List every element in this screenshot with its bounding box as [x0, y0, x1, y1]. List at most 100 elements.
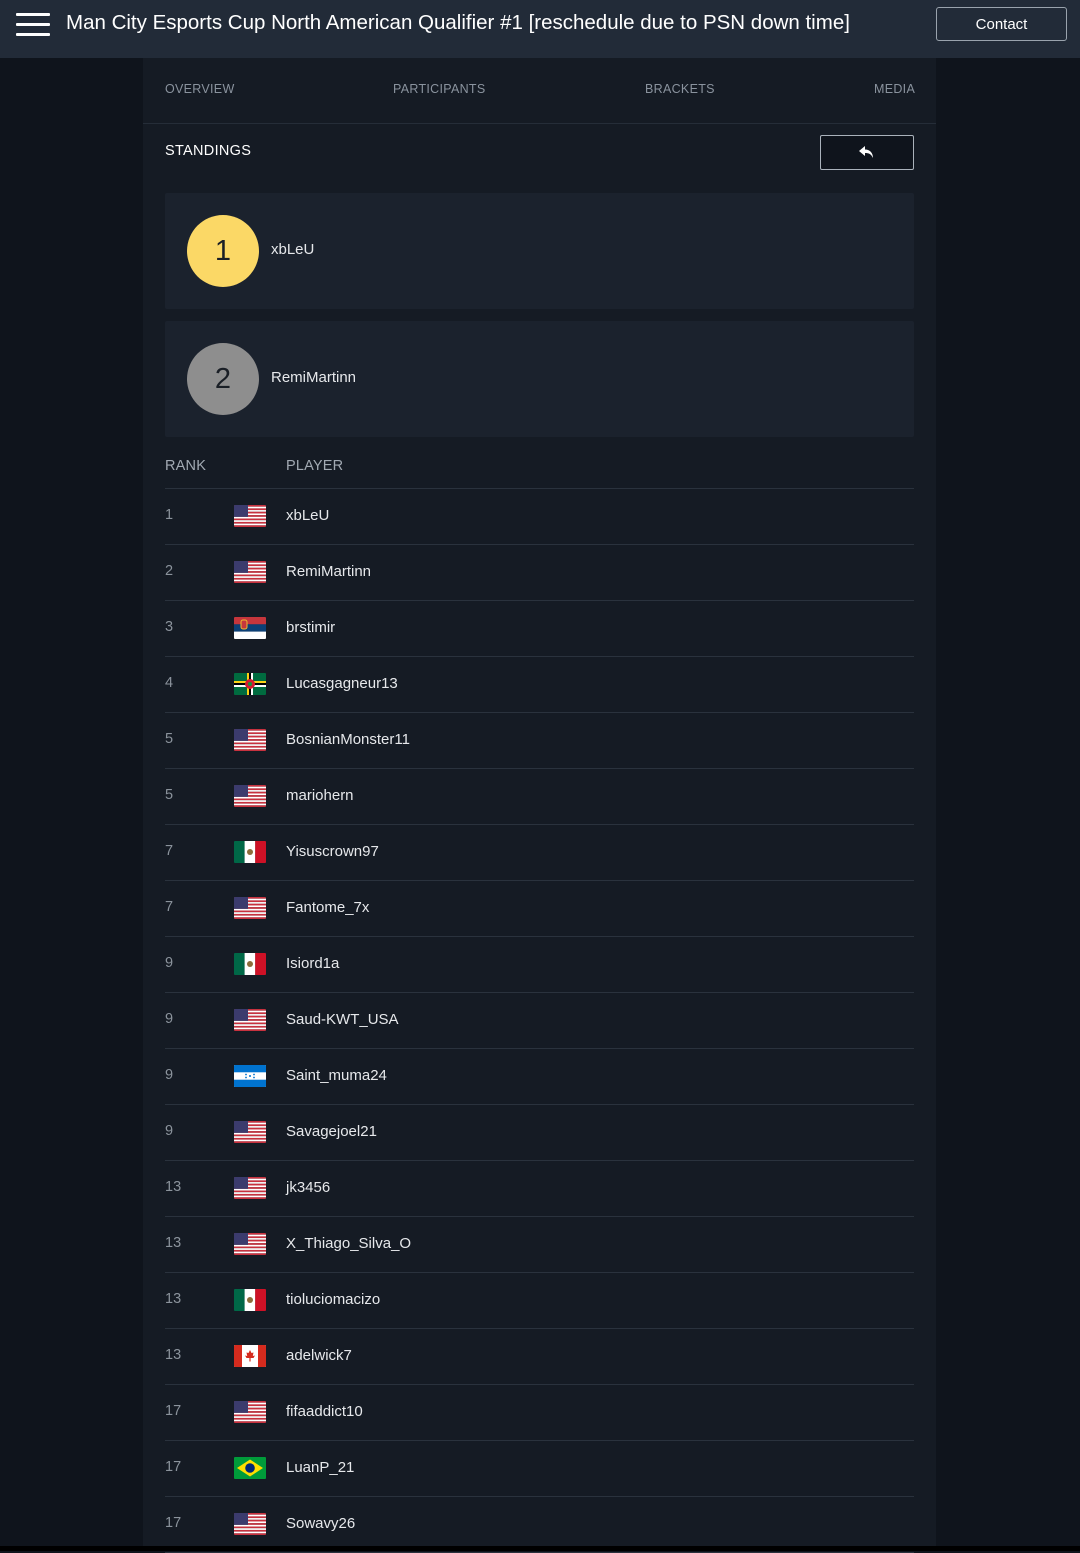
canada-flag-icon	[234, 1345, 266, 1367]
rank-cell: 7	[165, 899, 174, 915]
table-row: 17 Sowavy26	[165, 1497, 914, 1553]
table-row: 5 BosnianMonster11	[165, 713, 914, 769]
us-flag-icon	[234, 729, 266, 751]
rank-cell: 5	[165, 731, 174, 747]
table-row: 1 xbLeU	[165, 489, 914, 545]
mexico-flag-icon	[234, 953, 266, 975]
player-name[interactable]: Lucasgagneur13	[286, 675, 398, 692]
us-flag-icon	[234, 1121, 266, 1143]
rank-cell: 9	[165, 1067, 174, 1083]
podium-second: 2 RemiMartinn	[165, 321, 914, 437]
table-row: 13 tioluciomacizo	[165, 1273, 914, 1329]
player-name[interactable]: xbLeU	[286, 507, 329, 524]
table-row: 9 Isiord1a	[165, 937, 914, 993]
us-flag-icon	[234, 1177, 266, 1199]
main-content: OVERVIEW PARTICIPANTS BRACKETS MEDIA STA…	[143, 58, 936, 1553]
table-row: 13 adelwick7	[165, 1329, 914, 1385]
rank-cell: 4	[165, 675, 174, 691]
rank-cell: 13	[165, 1291, 182, 1307]
player-name[interactable]: brstimir	[286, 619, 335, 636]
table-row: 17 fifaaddict10	[165, 1385, 914, 1441]
table-row: 9 Saud-KWT_USA	[165, 993, 914, 1049]
us-flag-icon	[234, 1009, 266, 1031]
table-row: 3 brstimir	[165, 601, 914, 657]
player-name[interactable]: Fantome_7x	[286, 899, 369, 916]
table-row: 9 Savagejoel21	[165, 1105, 914, 1161]
us-flag-icon	[234, 785, 266, 807]
player-name[interactable]: X_Thiago_Silva_O	[286, 1235, 411, 1252]
rank-cell: 13	[165, 1347, 182, 1363]
player-name[interactable]: adelwick7	[286, 1347, 352, 1364]
player-name[interactable]: Saint_muma24	[286, 1067, 387, 1084]
rank-cell: 17	[165, 1459, 182, 1475]
player-name[interactable]: Saud-KWT_USA	[286, 1011, 399, 1028]
tab-participants[interactable]: PARTICIPANTS	[393, 82, 486, 96]
rank-cell: 13	[165, 1179, 182, 1195]
player-name[interactable]: fifaaddict10	[286, 1403, 363, 1420]
rank-cell: 1	[165, 507, 174, 523]
standings-table-body: 1 xbLeU 2 RemiMartinn 3 brstimir 4 Lucasgagneur…	[165, 489, 914, 1553]
us-flag-icon	[234, 897, 266, 919]
contact-button[interactable]: Contact	[936, 7, 1067, 41]
rank-column-header: RANK	[165, 458, 207, 474]
table-row: 2 RemiMartinn	[165, 545, 914, 601]
us-flag-icon	[234, 505, 266, 527]
honduras-flag-icon	[234, 1065, 266, 1087]
first-place-medal: 1	[187, 215, 259, 287]
player-name[interactable]: jk3456	[286, 1179, 330, 1196]
second-place-medal: 2	[187, 343, 259, 415]
table-row: 7 Yisuscrown97	[165, 825, 914, 881]
podium-first: 1 xbLeU	[165, 193, 914, 309]
rank-cell: 17	[165, 1515, 182, 1531]
rank-cell: 9	[165, 1011, 174, 1027]
tab-brackets[interactable]: BRACKETS	[645, 82, 715, 96]
player-column-header: PLAYER	[286, 458, 344, 474]
dominica-flag-icon	[234, 673, 266, 695]
player-name[interactable]: RemiMartinn	[286, 563, 371, 580]
first-place-name[interactable]: xbLeU	[271, 241, 314, 258]
rank-cell: 9	[165, 1123, 174, 1139]
table-row: 7 Fantome_7x	[165, 881, 914, 937]
player-name[interactable]: BosnianMonster11	[286, 731, 410, 748]
us-flag-icon	[234, 1401, 266, 1423]
standings-heading: STANDINGS	[165, 143, 252, 159]
us-flag-icon	[234, 561, 266, 583]
serbia-flag-icon	[234, 617, 266, 639]
tab-media[interactable]: MEDIA	[874, 82, 915, 96]
rank-cell: 2	[165, 563, 174, 579]
table-row: 4 Lucasgagneur13	[165, 657, 914, 713]
rank-cell: 13	[165, 1235, 182, 1251]
mexico-flag-icon	[234, 1289, 266, 1311]
player-name[interactable]: Savagejoel21	[286, 1123, 377, 1140]
hamburger-icon[interactable]	[16, 13, 50, 37]
player-name[interactable]: Isiord1a	[286, 955, 339, 972]
player-name[interactable]: Sowavy26	[286, 1515, 355, 1532]
brazil-flag-icon	[234, 1457, 266, 1479]
tab-overview[interactable]: OVERVIEW	[165, 82, 235, 96]
top-bar: Man City Esports Cup North American Qual…	[0, 0, 1080, 58]
rank-cell: 7	[165, 843, 174, 859]
rank-cell: 5	[165, 787, 174, 803]
undo-arrow-icon	[859, 145, 873, 158]
standings-table-header: RANK PLAYER	[165, 456, 914, 489]
table-row: 13 jk3456	[165, 1161, 914, 1217]
rank-cell: 3	[165, 619, 174, 635]
tab-bar: OVERVIEW PARTICIPANTS BRACKETS MEDIA	[143, 58, 936, 124]
rank-cell: 17	[165, 1403, 182, 1419]
player-name[interactable]: mariohern	[286, 787, 354, 804]
us-flag-icon	[234, 1513, 266, 1535]
player-name[interactable]: tioluciomacizo	[286, 1291, 380, 1308]
table-row: 9 Saint_muma24	[165, 1049, 914, 1105]
table-row: 17 LuanP_21	[165, 1441, 914, 1497]
table-row: 5 mariohern	[165, 769, 914, 825]
page-title: Man City Esports Cup North American Qual…	[66, 11, 850, 34]
second-place-name[interactable]: RemiMartinn	[271, 369, 356, 386]
bottom-edge	[0, 1546, 1080, 1551]
back-button[interactable]	[820, 135, 914, 170]
table-row: 13 X_Thiago_Silva_O	[165, 1217, 914, 1273]
rank-cell: 9	[165, 955, 174, 971]
player-name[interactable]: LuanP_21	[286, 1459, 354, 1476]
us-flag-icon	[234, 1233, 266, 1255]
player-name[interactable]: Yisuscrown97	[286, 843, 379, 860]
mexico-flag-icon	[234, 841, 266, 863]
